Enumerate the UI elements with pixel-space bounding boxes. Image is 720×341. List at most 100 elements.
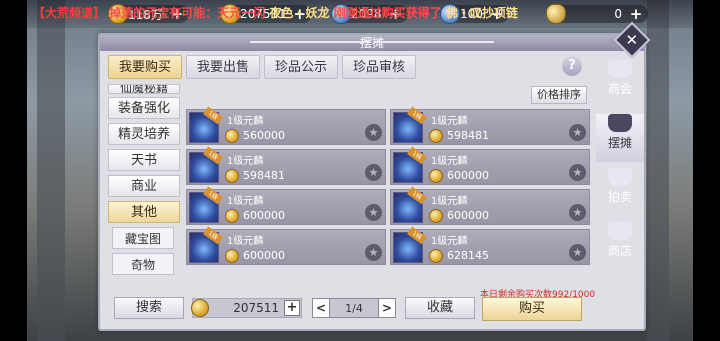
tab-treasure-review[interactable]: 珍品审核 (342, 55, 417, 79)
tab-sell[interactable]: 我要出售 (186, 55, 261, 79)
item-card[interactable]: 1级 1级元麟 600000 ★ (390, 146, 590, 185)
subcategory-item[interactable]: 藏宝图 (112, 227, 174, 249)
guild-icon (608, 60, 632, 78)
item-price: 600000 (243, 209, 285, 222)
item-price: 600000 (447, 209, 489, 222)
star-icon[interactable]: ★ (365, 164, 382, 181)
dragon-scale-icon: 1级 (393, 186, 427, 223)
item-price: 628145 (447, 249, 489, 262)
tab-buy[interactable]: 我要购买 (108, 55, 183, 79)
category-item[interactable]: 仙魔秘籍 (108, 84, 180, 94)
gold-coin-icon (429, 249, 443, 263)
item-price: 598481 (243, 169, 285, 182)
prev-page-button[interactable]: < (312, 298, 330, 318)
side-nav-stall[interactable]: 摆摊 (596, 114, 644, 162)
star-icon[interactable]: ★ (569, 204, 586, 221)
price-sort-button[interactable]: 价格排序 (531, 86, 587, 104)
item-name: 1级元麟 (431, 236, 468, 247)
favorite-button[interactable]: 收藏 (405, 297, 475, 319)
gold-coin-icon (225, 209, 239, 223)
shop-icon (608, 222, 632, 240)
item-level-tag: 1级 (407, 146, 427, 165)
dragon-scale-icon: 1级 (393, 226, 427, 263)
item-price: 600000 (447, 169, 489, 182)
page-indicator: 1/4 (330, 298, 378, 318)
category-item[interactable]: 装备强化 (108, 97, 180, 119)
gold-coin-icon (429, 129, 443, 143)
currency-ingot: 0 + (546, 4, 648, 24)
dragon-scale-icon: 1级 (189, 146, 223, 183)
side-nav-shop[interactable]: 商店 (596, 222, 644, 270)
side-nav-label: 商会 (607, 82, 632, 96)
marquee-name: 夜色 (269, 6, 294, 20)
money-value: 207511 (233, 301, 279, 315)
star-icon[interactable]: ★ (365, 244, 382, 261)
marquee-body: 掉落的元宝有可能：天元一闪 (109, 6, 266, 20)
category-item-active[interactable]: 其他 (108, 201, 180, 223)
add-money-button[interactable]: + (284, 300, 300, 316)
item-card[interactable]: 1级 1级元麟 600000 ★ (390, 186, 590, 225)
stall-bag-icon (608, 114, 632, 132)
item-card[interactable]: 1级 1级元麟 598481 ★ (186, 146, 386, 185)
gold-coin-icon (225, 169, 239, 183)
dragon-scale-icon: 1级 (189, 186, 223, 223)
item-name: 1级元麟 (227, 156, 264, 167)
help-icon[interactable]: ? (562, 56, 582, 76)
item-level-tag: 1级 (407, 186, 427, 205)
item-name: 1级元麟 (227, 116, 264, 127)
phone-right-bezel (693, 0, 720, 341)
item-level-tag: 1级 (407, 106, 427, 125)
panel-tabs: 我要购买 我要出售 珍品公示 珍品审核 (108, 55, 417, 79)
category-list: 仙魔秘籍 装备强化 精灵培养 天书 商业 其他 藏宝图 奇物 (108, 84, 180, 279)
star-icon[interactable]: ★ (365, 204, 382, 221)
item-card[interactable]: 1级 1级元麟 560000 ★ (186, 106, 386, 145)
item-card[interactable]: 1级 1级元麟 600000 ★ (186, 186, 386, 225)
item-name: 1级元麟 (431, 156, 468, 167)
marquee-channel: 【大荒频道】 (33, 6, 106, 20)
pagination: < 1/4 > (312, 298, 396, 318)
currency-value: 0 (614, 7, 622, 21)
item-price: 598481 (447, 129, 489, 142)
tab-treasure-public[interactable]: 珍品公示 (264, 55, 339, 79)
marquee-name: 妖龙 (305, 6, 330, 20)
category-item[interactable]: 商业 (108, 175, 180, 197)
marquee-prize: 佛・叹抄项链 (445, 6, 518, 20)
item-card[interactable]: 1级 1级元麟 600000 ★ (186, 226, 386, 265)
item-level-tag: 1级 (203, 146, 223, 165)
system-marquee: 【大荒频道】 掉落的元宝有可能：天元一闪 夜色・妖龙 刚刚通过购买获得了 佛・叹… (33, 6, 518, 20)
gold-coin-icon (225, 249, 239, 263)
side-nav-auction[interactable]: 拍卖 (596, 168, 644, 216)
item-level-tag: 1级 (203, 226, 223, 245)
panel-title: 摆摊 (359, 36, 384, 50)
item-card[interactable]: 1级 1级元麟 628145 ★ (390, 226, 590, 265)
add-ingot-button[interactable]: + (628, 5, 644, 23)
panel-title-bar: 摆摊 (100, 35, 644, 51)
auction-icon (608, 168, 632, 186)
gold-coin-icon (191, 299, 209, 317)
gold-coin-icon (429, 169, 443, 183)
star-icon[interactable]: ★ (569, 244, 586, 261)
buy-button[interactable]: 购买 (482, 297, 582, 321)
item-name: 1级元麟 (431, 116, 468, 127)
item-card[interactable]: 1级 1级元麟 598481 ★ (390, 106, 590, 145)
gold-coin-icon (429, 209, 443, 223)
item-level-tag: 1级 (407, 226, 427, 245)
star-icon[interactable]: ★ (569, 124, 586, 141)
item-name: 1级元麟 (431, 196, 468, 207)
category-item[interactable]: 天书 (108, 149, 180, 171)
marquee-tail: 刚刚通过购买获得了 (333, 6, 442, 20)
category-item[interactable]: 精灵培养 (108, 123, 180, 145)
next-page-button[interactable]: > (378, 298, 396, 318)
item-name: 1级元麟 (227, 196, 264, 207)
item-name: 1级元麟 (227, 236, 264, 247)
search-button[interactable]: 搜索 (114, 297, 184, 319)
star-icon[interactable]: ★ (365, 124, 382, 141)
item-price: 600000 (243, 249, 285, 262)
star-icon[interactable]: ★ (569, 164, 586, 181)
item-level-tag: 1级 (203, 106, 223, 125)
side-nav-label: 拍卖 (607, 190, 632, 204)
side-nav-label: 商店 (607, 244, 632, 258)
subcategory-item[interactable]: 奇物 (112, 253, 174, 275)
dragon-scale-icon: 1级 (393, 106, 427, 143)
side-nav-guild[interactable]: 商会 (596, 60, 644, 108)
